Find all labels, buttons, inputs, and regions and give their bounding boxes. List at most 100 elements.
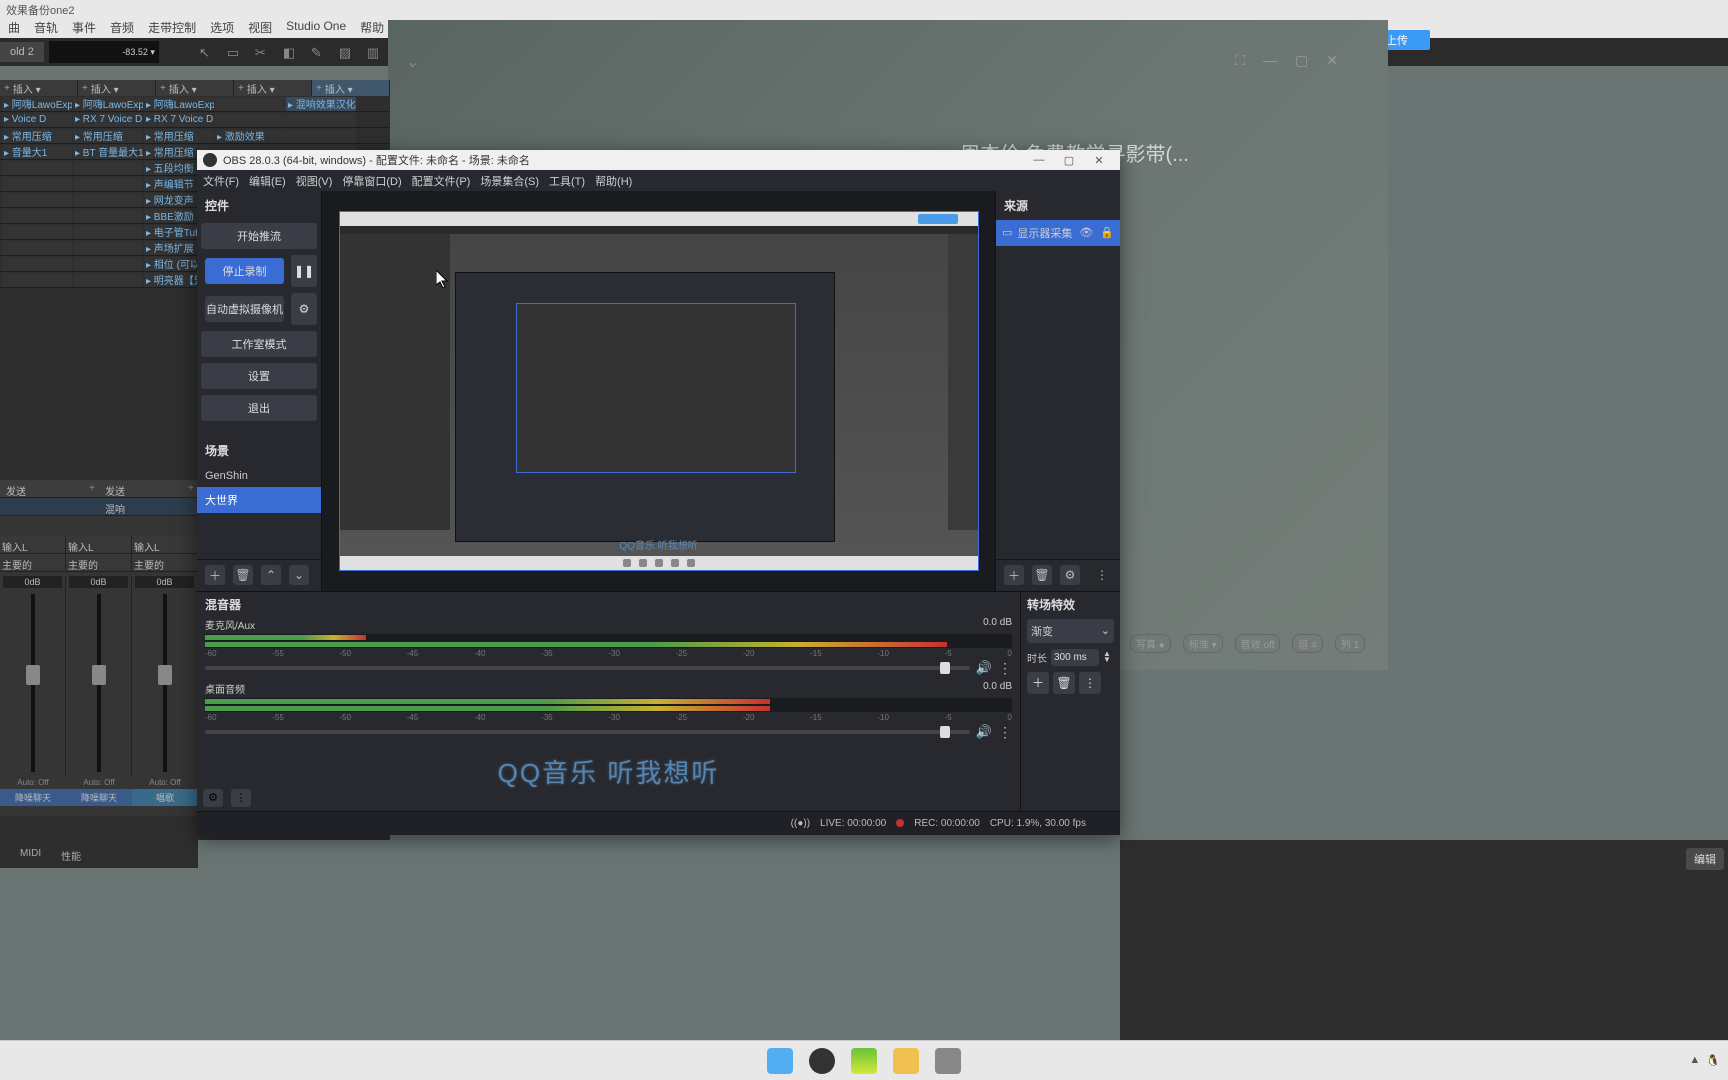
obs-menu-scene[interactable]: 场景集合(S) xyxy=(480,173,539,189)
mute-button[interactable]: 🔊 xyxy=(976,660,992,676)
bg-menu-6[interactable]: 视图 xyxy=(248,19,272,35)
windows-taskbar[interactable]: ▲ 🐧 xyxy=(0,1040,1728,1080)
scene-add-button[interactable]: ＋ xyxy=(205,565,225,585)
scene-down-button[interactable]: ⌄ xyxy=(289,565,309,585)
bg-menu-0[interactable]: 曲 xyxy=(8,19,20,35)
erase-icon[interactable]: ◧ xyxy=(283,45,297,59)
track-cell[interactable]: ▸ 音量大1 xyxy=(2,145,72,159)
track-cell[interactable] xyxy=(73,225,143,239)
track-cell[interactable]: ▸ 常用压缩 xyxy=(144,129,214,143)
mixer-menu-button[interactable]: ⋮ xyxy=(231,789,251,807)
track-cell[interactable] xyxy=(2,273,72,287)
transition-select[interactable]: 渐变⌄ xyxy=(1027,619,1114,643)
track-cell[interactable]: ▸ 阿嗨LawoExp xyxy=(144,97,214,111)
obs-menu-tools[interactable]: 工具(T) xyxy=(549,173,585,189)
pause-recording-button[interactable]: ❚❚ xyxy=(291,255,317,287)
track-cell[interactable]: ▸ RX 7 Voice D xyxy=(73,113,143,127)
bg-menu-7[interactable]: Studio One xyxy=(286,19,346,35)
maximize-icon[interactable]: ▢ xyxy=(1295,52,1308,69)
source-settings-button[interactable]: ⚙ xyxy=(1060,565,1080,585)
music-ctrl-2[interactable]: 音效 off xyxy=(1235,634,1281,653)
listen-icon[interactable]: ▥ xyxy=(367,45,381,59)
obs-menu-help[interactable]: 帮助(H) xyxy=(595,173,632,189)
studio-mode-button[interactable]: 工作室模式 xyxy=(201,331,317,357)
track-cell[interactable] xyxy=(73,209,143,223)
track-cell[interactable]: ▸ 阿嗨LawoExp xyxy=(2,97,72,111)
track-cell[interactable] xyxy=(73,241,143,255)
virtual-camera-settings-button[interactable]: ⚙ xyxy=(291,293,317,325)
obs-preview[interactable]: QQ音乐 听我想听 xyxy=(322,191,995,591)
mute-button[interactable]: 🔊 xyxy=(976,724,992,740)
track-cell[interactable] xyxy=(73,193,143,207)
taskbar-obs-icon[interactable] xyxy=(809,1048,835,1074)
track-cell[interactable] xyxy=(2,257,72,271)
minimize-icon[interactable]: — xyxy=(1263,52,1277,69)
obs-menu-view[interactable]: 视图(V) xyxy=(296,173,333,189)
track-header-4[interactable]: +插入 ▾ xyxy=(312,80,390,96)
arrow-icon[interactable]: ↖ xyxy=(199,45,213,59)
track-cell[interactable] xyxy=(2,193,72,207)
obs-menu-dock[interactable]: 停靠窗口(D) xyxy=(342,173,401,189)
obs-minimize-icon[interactable]: — xyxy=(1024,154,1054,166)
track-cell[interactable] xyxy=(73,273,143,287)
bg-menu-8[interactable]: 帮助 xyxy=(360,19,384,35)
volume-slider[interactable] xyxy=(205,666,970,670)
obs-maximize-icon[interactable]: ▢ xyxy=(1054,154,1084,167)
virtual-camera-button[interactable]: 自动虚拟摄像机 xyxy=(205,296,284,322)
edit-button[interactable]: 编辑 xyxy=(1686,848,1724,870)
track-cell[interactable]: ▸ RX 7 Voice D xyxy=(144,113,214,127)
taskbar-app-2[interactable] xyxy=(851,1048,877,1074)
preview-canvas[interactable]: QQ音乐 听我想听 xyxy=(339,211,979,571)
track-cell[interactable]: ▸ BT 音量最大1 xyxy=(73,145,143,159)
obs-menu-edit[interactable]: 编辑(E) xyxy=(249,173,286,189)
taskbar-explorer-icon[interactable] xyxy=(893,1048,919,1074)
source-remove-button[interactable]: 🗑 xyxy=(1032,565,1052,585)
track-cell[interactable] xyxy=(2,161,72,175)
scene-up-button[interactable]: ⌃ xyxy=(261,565,281,585)
music-collapse-icon[interactable]: ⌄ xyxy=(406,52,419,72)
track-cell[interactable] xyxy=(286,129,356,143)
scene-item-0[interactable]: GenShin xyxy=(197,465,321,487)
stop-recording-button[interactable]: 停止录制 xyxy=(205,258,284,284)
obs-close-icon[interactable]: ✕ xyxy=(1084,154,1114,167)
music-ctrl-3[interactable]: 倍 ≡ xyxy=(1292,634,1323,653)
source-add-button[interactable]: ＋ xyxy=(1004,565,1024,585)
bg-menu-5[interactable]: 选项 xyxy=(210,19,234,35)
input-2[interactable]: 输入L xyxy=(132,536,198,553)
transition-add-button[interactable]: ＋ xyxy=(1027,672,1049,694)
transition-menu-button[interactable]: ⋮ xyxy=(1079,672,1101,694)
input-0[interactable]: 输入L xyxy=(0,536,66,553)
obs-menu-profile[interactable]: 配置文件(P) xyxy=(412,173,471,189)
duration-spinner-icon[interactable]: ▲▼ xyxy=(1103,651,1111,663)
track-cell[interactable] xyxy=(2,209,72,223)
bg-menu-4[interactable]: 走带控制 xyxy=(148,19,196,35)
track-cell[interactable] xyxy=(73,161,143,175)
fullscreen-icon[interactable]: ⛶ xyxy=(1235,52,1245,69)
bg-menu-2[interactable]: 事件 xyxy=(72,19,96,35)
bg-menu-3[interactable]: 音频 xyxy=(110,19,134,35)
tray-icon-1[interactable]: 🐧 xyxy=(1706,1054,1720,1067)
input-1[interactable]: 输入L xyxy=(66,536,132,553)
tray-icon-0[interactable]: ▲ xyxy=(1689,1054,1700,1067)
taskbar-app-0[interactable] xyxy=(767,1048,793,1074)
fader-strip-1[interactable]: 0dB xyxy=(66,576,132,776)
track-cell[interactable] xyxy=(215,97,285,111)
track-header-2[interactable]: +插入 ▾ xyxy=(156,80,234,96)
track-cell[interactable] xyxy=(286,113,356,127)
scene-item-1[interactable]: 大世界 xyxy=(197,487,321,513)
bg-menu-1[interactable]: 音轨 xyxy=(34,19,58,35)
volume-slider[interactable] xyxy=(205,730,970,734)
exit-button[interactable]: 退出 xyxy=(201,395,317,421)
channel-menu-button[interactable]: ⋮ xyxy=(998,724,1012,741)
scene-remove-button[interactable]: 🗑 xyxy=(233,565,253,585)
mixer-settings-button[interactable]: ⚙ xyxy=(203,789,223,807)
source-visibility-icon[interactable]: 👁 xyxy=(1079,226,1093,239)
fader-strip-2[interactable]: 0dB xyxy=(132,576,198,776)
track-header-1[interactable]: +插入 ▾ xyxy=(78,80,156,96)
track-cell[interactable] xyxy=(2,177,72,191)
track-cell[interactable] xyxy=(73,177,143,191)
music-ctrl-0[interactable]: 写真 ● xyxy=(1130,634,1171,653)
music-ctrl-4[interactable]: 列 1 xyxy=(1335,634,1365,653)
close-icon[interactable]: ✕ xyxy=(1326,52,1338,69)
track-cell[interactable] xyxy=(73,257,143,271)
